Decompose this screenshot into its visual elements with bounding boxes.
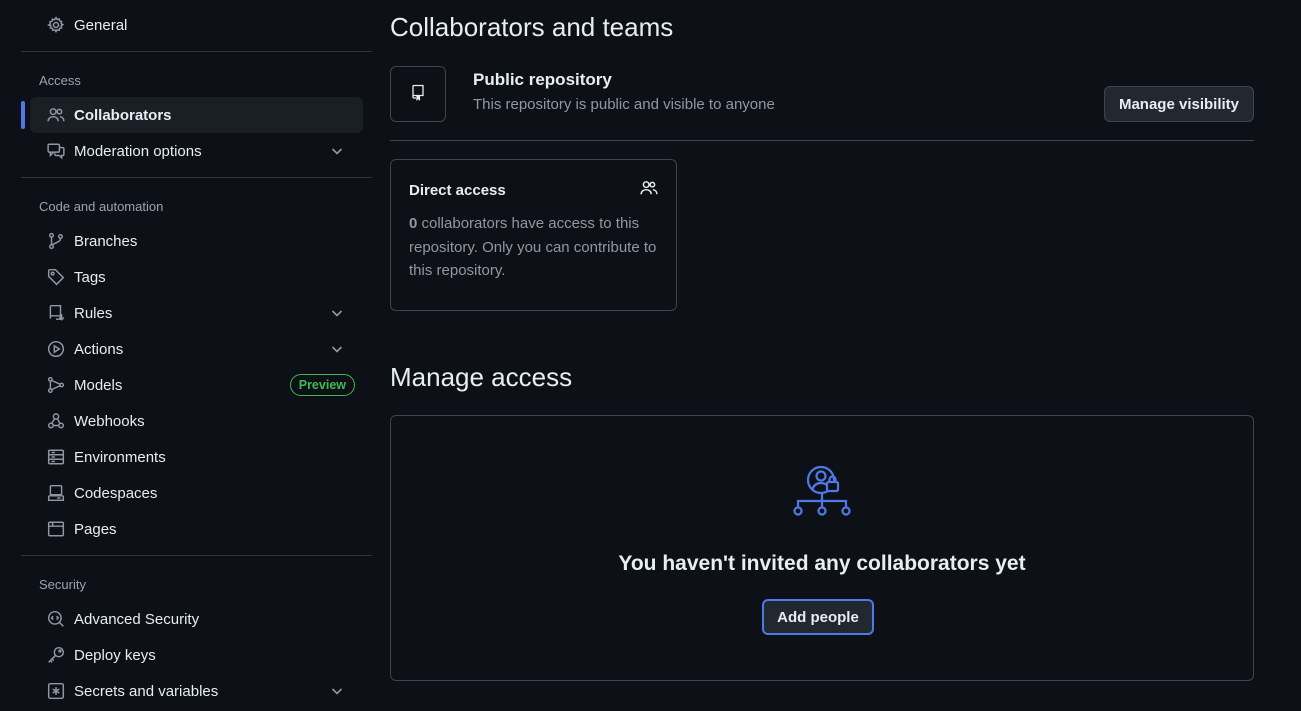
sidebar-item-label: Tags	[74, 268, 106, 286]
section-title-security: Security	[39, 576, 86, 592]
sidebar-item-codespaces[interactable]: Codespaces	[30, 475, 363, 511]
main-content: Collaborators and teams Public repositor…	[390, 0, 1254, 711]
public-repository-title: Public repository	[473, 70, 612, 89]
sidebar-item-deploy-keys[interactable]: Deploy keys	[30, 637, 363, 673]
sidebar-item-secrets-and-variables[interactable]: Secrets and variables	[30, 673, 363, 709]
sidebar-item-pages[interactable]: Pages	[30, 511, 363, 547]
key-icon	[47, 646, 65, 664]
sidebar-item-rules[interactable]: Rules	[30, 295, 363, 331]
sidebar-item-label: General	[74, 16, 128, 34]
section-divider	[390, 140, 1254, 141]
people-icon	[47, 106, 65, 124]
webhook-icon	[47, 412, 65, 430]
settings-sidebar: General Access Collaborators Moderation …	[21, 0, 372, 711]
sidebar-item-actions[interactable]: Actions	[30, 331, 363, 367]
git-branch-icon	[47, 232, 65, 250]
sidebar-item-collaborators[interactable]: Collaborators	[21, 97, 363, 133]
preview-badge: Preview	[289, 374, 355, 396]
sidebar-divider	[21, 177, 372, 178]
sidebar-item-label: Collaborators	[74, 106, 172, 124]
repo-visibility-icon-box	[390, 66, 446, 122]
play-icon	[47, 340, 65, 358]
direct-access-title: Direct access	[409, 182, 506, 199]
key-asterisk-icon	[47, 682, 65, 700]
sidebar-item-tags[interactable]: Tags	[30, 259, 363, 295]
repo-push-icon	[47, 304, 65, 322]
sidebar-item-label: Rules	[74, 304, 113, 322]
sidebar-item-label: Webhooks	[74, 412, 145, 430]
repo-icon	[410, 83, 426, 106]
sidebar-item-label: Secrets and variables	[74, 682, 219, 700]
tag-icon	[47, 268, 65, 286]
sidebar-divider	[21, 555, 372, 556]
sidebar-item-advanced-security[interactable]: Advanced Security	[30, 601, 363, 637]
add-people-button[interactable]: Add people	[762, 599, 874, 635]
direct-access-text: collaborators have access to this reposi…	[409, 215, 657, 279]
direct-access-description: 0 collaborators have access to this repo…	[409, 212, 667, 283]
chevron-down-icon	[329, 683, 345, 699]
chevron-down-icon	[329, 143, 345, 159]
manage-access-panel: You haven't invited any collaborators ye…	[390, 415, 1254, 681]
sidebar-item-models[interactable]: Models Preview	[30, 367, 363, 403]
sidebar-item-webhooks[interactable]: Webhooks	[30, 403, 363, 439]
manage-access-title: Manage access	[390, 362, 573, 392]
sidebar-item-branches[interactable]: Branches	[30, 223, 363, 259]
sidebar-item-label: Codespaces	[74, 484, 158, 502]
codespaces-icon	[47, 484, 65, 502]
sidebar-item-label: Branches	[74, 232, 138, 250]
sidebar-item-label: Models	[74, 376, 123, 394]
sidebar-item-label: Deploy keys	[74, 646, 156, 664]
direct-access-card: Direct access 0 collaborators have acces…	[390, 159, 677, 311]
person-lock-org-icon	[791, 464, 855, 522]
sidebar-item-label: Pages	[74, 520, 117, 538]
sidebar-item-label: Actions	[74, 340, 124, 358]
sidebar-item-moderation-options[interactable]: Moderation options	[30, 133, 363, 169]
sidebar-divider	[21, 51, 372, 52]
collaborators-title: Collaborators and teams	[390, 12, 674, 42]
empty-state-title: You haven't invited any collaborators ye…	[618, 552, 1026, 575]
section-title-code-automation: Code and automation	[39, 198, 164, 214]
server-icon	[47, 448, 65, 466]
sidebar-item-general[interactable]: General	[30, 7, 363, 43]
sidebar-item-environments[interactable]: Environments	[30, 439, 363, 475]
sidebar-item-label: Advanced Security	[74, 610, 200, 628]
chevron-down-icon	[329, 341, 345, 357]
models-icon	[47, 376, 65, 394]
codescan-icon	[47, 610, 65, 628]
comment-discussion-icon	[47, 142, 65, 160]
gear-icon	[47, 16, 65, 34]
manage-visibility-button[interactable]: Manage visibility	[1104, 86, 1254, 122]
sidebar-item-label: Moderation options	[74, 142, 202, 160]
sidebar-item-label: Environments	[74, 448, 166, 466]
section-title-access: Access	[39, 72, 81, 88]
browser-icon	[47, 520, 65, 538]
chevron-down-icon	[329, 305, 345, 321]
public-repository-description: This repository is public and visible to…	[473, 96, 775, 113]
active-indicator	[21, 101, 25, 129]
people-icon	[640, 179, 658, 197]
